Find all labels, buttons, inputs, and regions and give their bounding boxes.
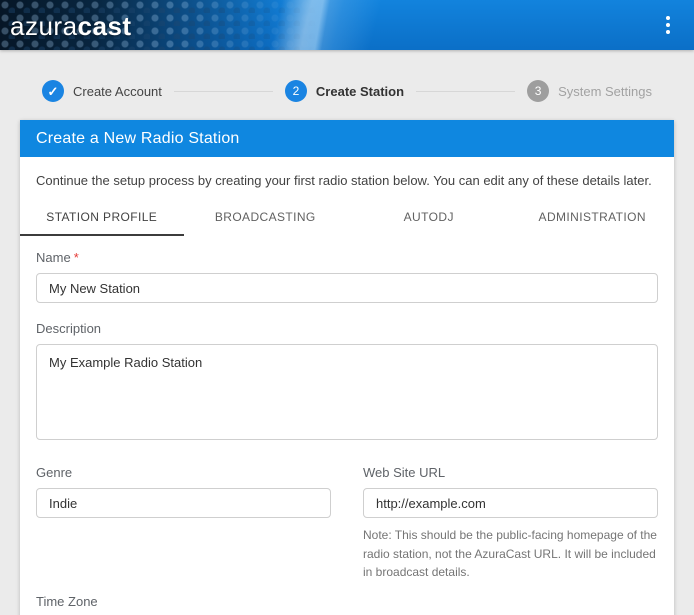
tab-autodj[interactable]: AUTODJ: [347, 200, 511, 236]
kebab-menu-icon[interactable]: [657, 14, 679, 36]
stepper-step-create-account: ✓ Create Account: [42, 80, 162, 102]
website-note: Note: This should be the public-facing h…: [363, 526, 658, 582]
genre-field-group: Genre: [36, 465, 331, 582]
step-number-badge: 3: [527, 80, 549, 102]
genre-input[interactable]: [36, 488, 331, 518]
timezone-field-group: Time Zone New York (UTC-4) Scheduled pla…: [36, 594, 658, 615]
genre-website-row: Genre Web Site URL Note: This should be …: [36, 465, 658, 582]
description-field-group: Description My Example Radio Station: [36, 321, 658, 445]
stepper-step-create-station: 2 Create Station: [285, 80, 404, 102]
website-label: Web Site URL: [363, 465, 658, 480]
name-input[interactable]: [36, 273, 658, 303]
name-field-group: Name*: [36, 250, 658, 303]
stepper-step-system-settings: 3 System Settings: [527, 80, 652, 102]
logo-text-azura: azura: [10, 11, 78, 41]
check-icon: ✓: [42, 80, 64, 102]
logo-text-cast: cast: [78, 11, 132, 41]
app-logo[interactable]: azuracast: [10, 11, 132, 42]
name-label: Name*: [36, 250, 658, 265]
stepper-connector: [174, 91, 273, 92]
genre-label: Genre: [36, 465, 331, 480]
tab-station-profile[interactable]: STATION PROFILE: [20, 200, 184, 236]
stepper-connector: [416, 91, 515, 92]
description-label: Description: [36, 321, 658, 336]
step-label: Create Account: [73, 84, 162, 99]
website-field-group: Web Site URL Note: This should be the pu…: [363, 465, 658, 582]
website-input[interactable]: [363, 488, 658, 518]
card-intro-text: Continue the setup process by creating y…: [20, 157, 674, 188]
required-asterisk: *: [74, 250, 79, 265]
step-number-badge: 2: [285, 80, 307, 102]
step-label: System Settings: [558, 84, 652, 99]
station-tabs: STATION PROFILE BROADCASTING AUTODJ ADMI…: [20, 200, 674, 236]
app-header: azuracast: [0, 0, 694, 50]
station-profile-form: Name* Description My Example Radio Stati…: [20, 236, 674, 615]
create-station-card: Create a New Radio Station Continue the …: [20, 120, 674, 615]
tab-administration[interactable]: ADMINISTRATION: [511, 200, 675, 236]
setup-stepper: ✓ Create Account 2 Create Station 3 Syst…: [20, 50, 674, 120]
card-title: Create a New Radio Station: [20, 120, 674, 157]
tab-broadcasting[interactable]: BROADCASTING: [184, 200, 348, 236]
step-label: Create Station: [316, 84, 404, 99]
description-textarea[interactable]: My Example Radio Station: [36, 344, 658, 440]
timezone-label: Time Zone: [36, 594, 658, 609]
